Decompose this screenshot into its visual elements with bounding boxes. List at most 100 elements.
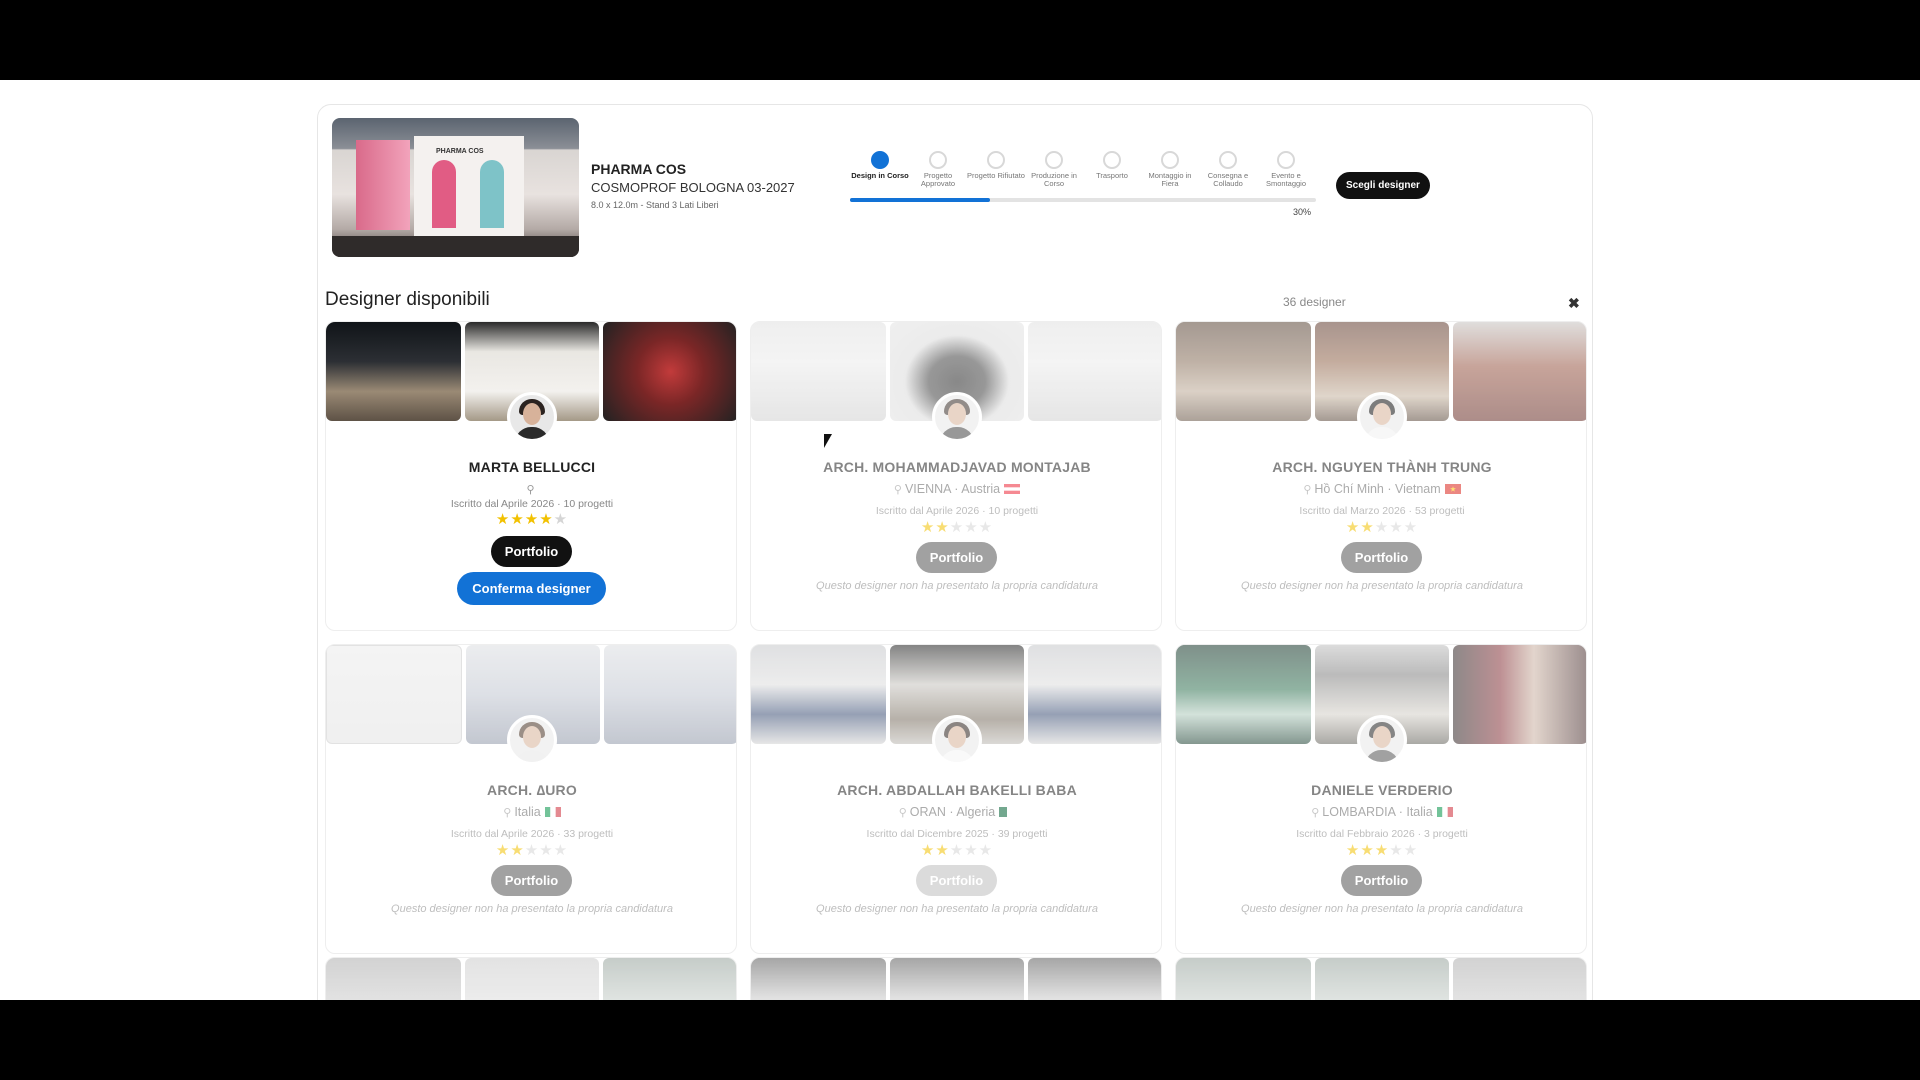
- portfolio-button[interactable]: Portfolio: [491, 536, 572, 567]
- star-icon: ★: [539, 842, 554, 859]
- star-icon: ★: [964, 842, 979, 859]
- designer-card: ARCH. NGUYEN THÀNH TRUNG ⚲ Hồ Chí Minh · …: [1175, 321, 1587, 631]
- project-meta: 8.0 x 12.0m - Stand 3 Lati Liberi: [591, 200, 719, 210]
- portfolio-button[interactable]: Portfolio: [916, 542, 997, 573]
- portfolio-image[interactable]: [326, 645, 462, 744]
- progress-bar: [850, 198, 1316, 202]
- designer-name: ARCH. MOHAMMADJAVAD MONTAJAB: [823, 459, 1091, 475]
- avatar: [507, 715, 557, 765]
- designer-name: ARCH. NGUYEN THÀNH TRUNG: [1272, 459, 1492, 475]
- portfolio-button[interactable]: Portfolio: [916, 865, 997, 896]
- portfolio-image[interactable]: [464, 958, 600, 1000]
- designer-card: ARCH. ∆URO ⚲ Italia Iscritto dal Aprile 2…: [325, 644, 737, 954]
- portfolio-image[interactable]: [1453, 645, 1586, 744]
- designer-location: ⚲: [326, 482, 736, 496]
- portfolio-image[interactable]: [604, 645, 736, 744]
- confirm-designer-button[interactable]: Conferma designer: [457, 572, 606, 605]
- portfolio-button[interactable]: Portfolio: [1341, 865, 1422, 896]
- progress-fill: [850, 198, 990, 202]
- project-thumbnail[interactable]: PHARMA COS: [332, 118, 579, 257]
- portfolio-button[interactable]: Portfolio: [491, 865, 572, 896]
- step-progetto-rifiutato: Progetto Rifiutato: [966, 151, 1026, 180]
- portfolio-image[interactable]: [1453, 322, 1586, 421]
- austria-flag-icon: [1004, 484, 1021, 494]
- portfolio-image[interactable]: [1028, 322, 1161, 421]
- rating-stars: ★★★★★: [1176, 841, 1586, 859]
- section-title: Designer disponibili: [325, 289, 490, 310]
- portfolio-button[interactable]: Portfolio: [1341, 542, 1422, 573]
- designer-meta: Iscritto dal Aprile 2026 · 10 progetti: [875, 505, 1039, 517]
- location-pin-icon: ⚲: [1303, 484, 1312, 496]
- designer-meta: Iscritto dal Aprile 2026 · 33 progetti: [450, 828, 614, 840]
- star-icon: ★: [1360, 519, 1375, 536]
- no-application-note: Questo designer non ha presentato la pro…: [391, 903, 673, 915]
- portfolio-image[interactable]: [603, 322, 736, 421]
- portfolio-image[interactable]: [751, 322, 886, 421]
- rating-stars: ★★★★★: [751, 518, 1161, 536]
- letterbox-top: [0, 0, 1920, 80]
- portfolio-gallery: [1176, 958, 1586, 1000]
- portfolio-gallery: [751, 958, 1161, 1000]
- portfolio-image[interactable]: [751, 958, 886, 1000]
- star-icon: ★: [524, 842, 540, 859]
- choose-designer-button[interactable]: Scegli designer: [1336, 172, 1430, 199]
- star-icon: ★: [949, 519, 965, 536]
- star-icon: ★: [539, 511, 554, 528]
- portfolio-image[interactable]: [1176, 958, 1311, 1000]
- rating-stars: ★★★★★: [326, 510, 736, 528]
- step-dot: [987, 151, 1005, 169]
- star-icon: ★: [1403, 519, 1419, 536]
- designer-card: [750, 957, 1162, 1000]
- designer-location: ⚲ Hồ Chí Minh · Vietnam: [1176, 482, 1586, 496]
- portfolio-image[interactable]: [326, 322, 461, 421]
- algeria-flag-icon: [999, 807, 1016, 817]
- step-dot: [1277, 151, 1295, 169]
- portfolio-image[interactable]: [889, 958, 1025, 1000]
- star-icon: ★: [495, 842, 511, 859]
- designer-card: ARCH. MOHAMMADJAVAD MONTAJAB ⚲ VIENNA · A…: [750, 321, 1162, 631]
- portfolio-image[interactable]: [1453, 958, 1586, 1000]
- portfolio-image[interactable]: [1028, 645, 1161, 744]
- designer-card: MARTA BELLUCCI ⚲ Iscritto dal Aprile 202…: [325, 321, 737, 631]
- star-icon: ★: [935, 519, 950, 536]
- close-icon[interactable]: ✖: [1568, 295, 1580, 312]
- portfolio-image[interactable]: [751, 645, 886, 744]
- portfolio-image[interactable]: [1314, 958, 1450, 1000]
- step-dot: [1103, 151, 1121, 169]
- star-icon: ★: [1389, 519, 1404, 536]
- star-icon: ★: [553, 842, 569, 859]
- rating-stars: ★★★★★: [1176, 518, 1586, 536]
- star-icon: ★: [1360, 842, 1375, 859]
- designer-meta: Iscritto dal Dicembre 2025 · 39 progetti: [866, 828, 1048, 840]
- portfolio-image[interactable]: [1176, 322, 1311, 421]
- designer-count: 36 designer: [1283, 295, 1346, 309]
- designer-meta: Iscritto dal Marzo 2026 · 53 progetti: [1299, 505, 1465, 517]
- star-icon: ★: [935, 842, 950, 859]
- portfolio-image[interactable]: [326, 958, 461, 1000]
- step-montaggio: Montaggio in Fiera: [1140, 151, 1200, 188]
- step-dot: [1219, 151, 1237, 169]
- designer-name: ARCH. ABDALLAH BAKELLI BABA: [837, 782, 1077, 798]
- star-icon: ★: [510, 842, 525, 859]
- portfolio-image[interactable]: [1028, 958, 1161, 1000]
- star-icon: ★: [510, 511, 525, 528]
- mouse-cursor-icon: [824, 434, 832, 448]
- star-icon: ★: [1374, 842, 1390, 859]
- star-icon: ★: [978, 519, 994, 536]
- portfolio-image[interactable]: [1176, 645, 1311, 744]
- step-consegna: Consegna e Collaudo: [1198, 151, 1258, 188]
- star-icon: ★: [964, 519, 979, 536]
- thumbnail-sign: PHARMA COS: [436, 148, 484, 155]
- designer-location: ⚲ VIENNA · Austria: [751, 482, 1161, 496]
- portfolio-image[interactable]: [603, 958, 736, 1000]
- star-icon: ★: [524, 511, 540, 528]
- project-panel: PHARMA COS PHARMA COS COSMOPROF BOLOGNA …: [317, 104, 1593, 1000]
- designer-location: ⚲ LOMBARDIA · Italia: [1176, 805, 1586, 819]
- designer-card: [1175, 957, 1587, 1000]
- no-application-note: Questo designer non ha presentato la pro…: [816, 580, 1098, 592]
- star-icon: ★: [1345, 842, 1361, 859]
- star-icon: ★: [495, 511, 511, 528]
- letterbox-bottom: [0, 1000, 1920, 1080]
- step-dot: [871, 151, 889, 169]
- location-pin-icon: ⚲: [503, 807, 512, 819]
